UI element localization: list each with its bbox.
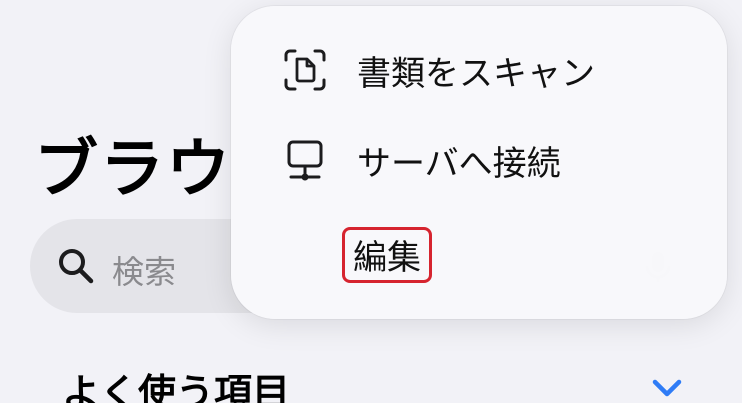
menu-item-scan-documents[interactable]: 書類をスキャン — [231, 26, 727, 114]
edit-button[interactable]: 編集 — [342, 227, 432, 283]
search-input[interactable]: 検索 — [112, 247, 176, 293]
monitor-network-icon — [287, 140, 323, 181]
menu-item-connect-server[interactable]: サーバへ接続 — [231, 116, 727, 204]
menu-item-label: 書類をスキャン — [357, 54, 595, 94]
page-title: ブラウ — [34, 133, 232, 207]
menu-item-label: サーバへ接続 — [357, 144, 561, 184]
context-menu: 書類をスキャン サーバへ接続 — [231, 6, 727, 319]
chevron-down-icon[interactable] — [650, 376, 684, 402]
search-icon — [59, 249, 94, 284]
browse-screen: ブラウ 検索 よく使う項目 書類をスキャン サーバへ接続 編集 — [0, 0, 742, 403]
document-scan-icon — [284, 49, 326, 91]
favorites-section-title[interactable]: よく使う項目 — [62, 362, 290, 403]
